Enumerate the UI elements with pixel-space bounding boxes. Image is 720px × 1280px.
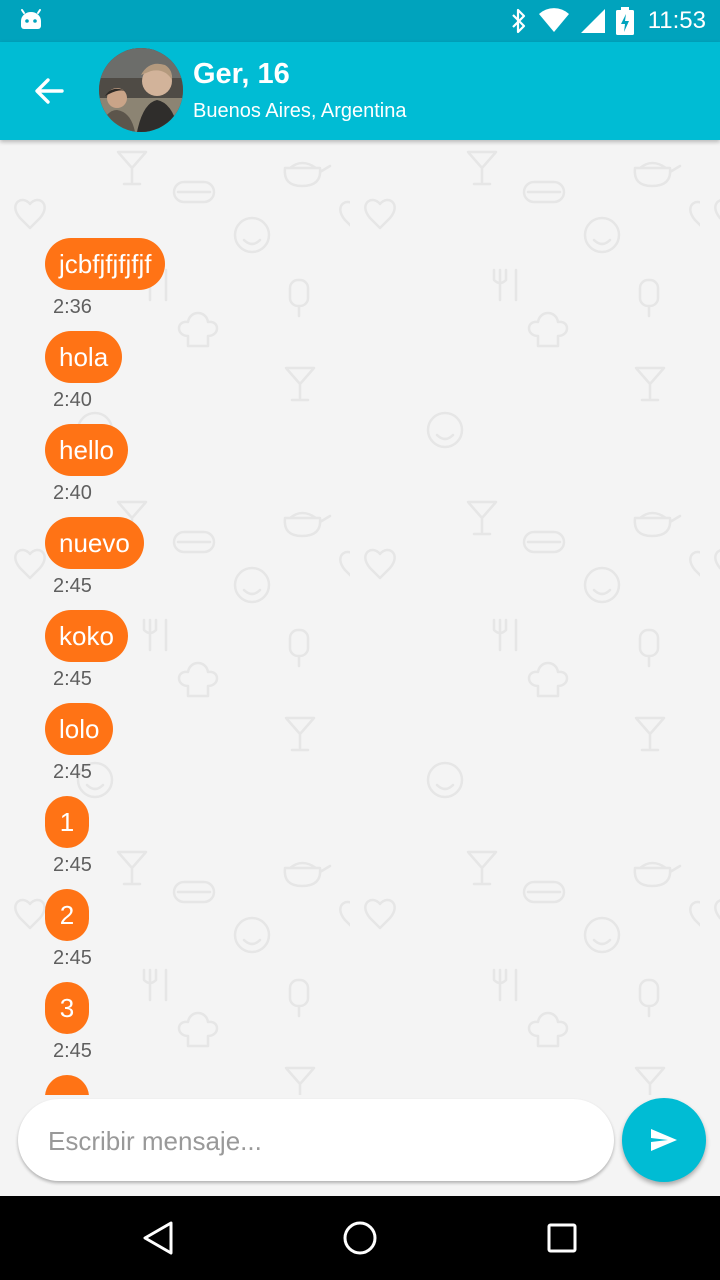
- message-item[interactable]: 2 2:45: [45, 889, 665, 982]
- message-time: 2:45: [53, 668, 92, 690]
- message-input-container: [18, 1099, 614, 1183]
- message-bubble[interactable]: 3: [45, 982, 89, 1034]
- message-time: 2:45: [53, 575, 92, 597]
- contact-name: Ger, 16: [193, 58, 290, 90]
- nav-back-button[interactable]: [118, 1210, 198, 1266]
- android-icon: [21, 9, 41, 29]
- contact-location: Buenos Aires, Argentina: [193, 100, 407, 122]
- message-bubble[interactable]: nuevo: [45, 517, 144, 569]
- message-bubble-partial[interactable]: [45, 1075, 89, 1095]
- home-circle-icon: [343, 1221, 377, 1255]
- arrow-left-icon: [35, 78, 64, 104]
- nav-home-button[interactable]: [320, 1210, 400, 1266]
- message-list[interactable]: jcbfjfjfjfjf 2:36 hola 2:40 hello 2:40 n…: [0, 140, 720, 1095]
- send-button[interactable]: [622, 1098, 706, 1182]
- avatar[interactable]: [99, 48, 183, 132]
- message-time: 2:40: [53, 482, 92, 504]
- message-time: 2:36: [53, 296, 92, 318]
- message-item[interactable]: 1 2:45: [45, 796, 665, 889]
- message-item[interactable]: lolo 2:45: [45, 703, 665, 796]
- chat-screen: 11:53 Ger, 16 Buenos Aires, Argentina jc…: [0, 0, 720, 1280]
- messages: jcbfjfjfjfjf 2:36 hola 2:40 hello 2:40 n…: [45, 238, 665, 1095]
- message-time: 2:45: [53, 1040, 92, 1062]
- message-input[interactable]: [46, 1099, 590, 1183]
- wifi-icon: [538, 8, 569, 33]
- system-navigation-bar: [0, 1196, 720, 1280]
- message-time: 2:45: [53, 854, 92, 876]
- message-bubble[interactable]: koko: [45, 610, 128, 662]
- status-bar: 11:53: [0, 0, 720, 42]
- message-time: 2:45: [53, 947, 92, 969]
- message-time: 2:40: [53, 389, 92, 411]
- send-icon: [651, 1129, 677, 1151]
- recents-square-icon: [547, 1223, 577, 1253]
- message-bubble[interactable]: hola: [45, 331, 123, 383]
- battery-charging-icon: [615, 7, 634, 35]
- status-icons: 11:53: [510, 0, 706, 42]
- back-button[interactable]: [22, 67, 76, 115]
- message-item-partial[interactable]: [45, 1075, 665, 1095]
- message-time: 2:45: [53, 761, 92, 783]
- back-triangle-icon: [143, 1221, 173, 1255]
- message-item[interactable]: jcbfjfjfjfjf 2:36: [45, 238, 665, 331]
- message-item[interactable]: hello 2:40: [45, 424, 665, 517]
- bluetooth-icon: [511, 8, 525, 34]
- message-item[interactable]: hola 2:40: [45, 331, 665, 424]
- message-bubble[interactable]: lolo: [45, 703, 114, 755]
- message-bubble[interactable]: 1: [45, 796, 89, 848]
- message-bubble[interactable]: hello: [45, 424, 128, 476]
- message-bubble[interactable]: jcbfjfjfjfjf: [45, 238, 166, 290]
- message-item[interactable]: 3 2:45: [45, 982, 665, 1075]
- message-item[interactable]: nuevo 2:45: [45, 517, 665, 610]
- chat-header: Ger, 16 Buenos Aires, Argentina: [0, 42, 720, 140]
- signal-icon: [580, 9, 605, 33]
- contact-photo: [99, 48, 183, 132]
- nav-recents-button[interactable]: [522, 1210, 602, 1266]
- message-bubble[interactable]: 2: [45, 889, 89, 941]
- status-time: 11:53: [647, 7, 706, 34]
- message-item[interactable]: koko 2:45: [45, 610, 665, 703]
